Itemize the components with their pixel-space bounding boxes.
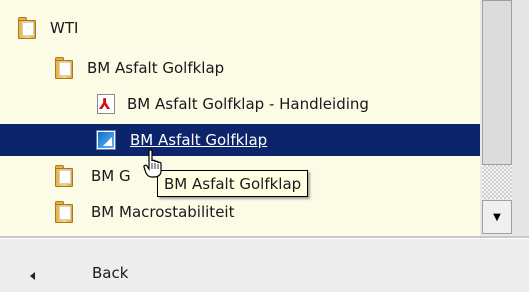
tree-item-label: BM Asfalt Golfklap bbox=[130, 131, 268, 149]
tree-item-label: BM Macrostabiliteit bbox=[91, 203, 235, 221]
tree-item-bm-macrostabiliteit[interactable]: BM Macrostabiliteit bbox=[0, 196, 480, 228]
chevron-down-icon: ▼ bbox=[493, 211, 501, 223]
scrollbar-edge bbox=[512, 0, 529, 236]
program-tree: WTI BM Asfalt Golfklap ⅄ BM Asfalt Golfk… bbox=[0, 0, 480, 236]
tree-item-label: BM Asfalt Golfklap bbox=[87, 59, 225, 77]
tree-item-label: BM Asfalt Golfklap - Handleiding bbox=[127, 95, 369, 113]
tree-item-label: BM G bbox=[91, 167, 131, 185]
hand-cursor-icon bbox=[143, 149, 162, 178]
application-icon bbox=[97, 131, 115, 149]
pdf-icon: ⅄ bbox=[97, 94, 115, 114]
back-button[interactable]: Back bbox=[0, 239, 529, 292]
folder-icon bbox=[55, 201, 73, 223]
back-label: Back bbox=[92, 264, 129, 282]
scroll-down-button[interactable]: ▼ bbox=[482, 200, 512, 234]
tree-item-bm-asfalt-golfklap-app[interactable]: BM Asfalt Golfklap bbox=[0, 124, 480, 156]
scrollbar-track[interactable] bbox=[482, 165, 512, 199]
folder-icon bbox=[18, 17, 36, 39]
tree-item-bm-asfalt-golfklap-folder[interactable]: BM Asfalt Golfklap bbox=[0, 52, 480, 84]
folder-icon bbox=[55, 57, 73, 79]
tree-item-label: WTI bbox=[50, 19, 79, 37]
tree-item-wti[interactable]: WTI bbox=[0, 12, 480, 44]
folder-icon bbox=[55, 165, 73, 187]
tooltip: BM Asfalt Golfklap bbox=[157, 170, 309, 197]
back-arrow-icon bbox=[30, 272, 35, 280]
tree-item-handleiding[interactable]: ⅄ BM Asfalt Golfklap - Handleiding bbox=[0, 88, 480, 120]
scrollbar-thumb[interactable] bbox=[482, 0, 512, 165]
